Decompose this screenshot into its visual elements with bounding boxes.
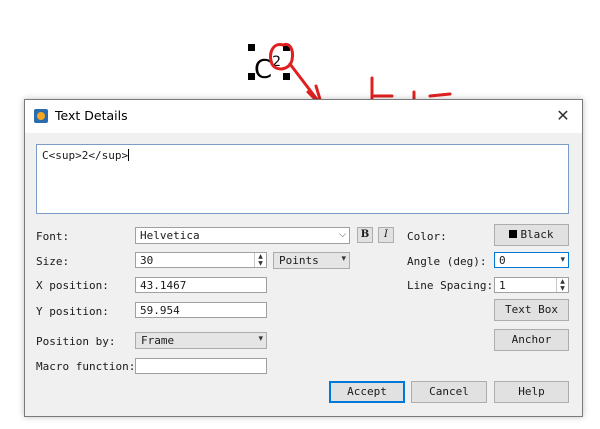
size-spinner[interactable]: 30 ▲ ▼ [135,252,267,268]
app-icon [34,109,48,123]
macro-function-label: Macro function: [36,360,136,373]
text-content-input[interactable]: C<sup>2</sup> [36,144,569,214]
angle-select[interactable]: 0 ▾ [494,252,569,268]
spinner-arrows[interactable]: ▲ ▼ [556,278,568,292]
position-by-select[interactable]: Frame ▾ [135,332,267,349]
x-position-label: X position: [36,279,109,292]
macro-function-input[interactable] [135,358,267,374]
selection-handle[interactable] [248,44,255,51]
italic-button[interactable]: I [378,227,394,243]
font-select[interactable]: Helvetica ⌵ [135,227,350,244]
x-position-input[interactable]: 43.1467 [135,277,267,293]
y-position-input[interactable]: 59.954 [135,302,267,318]
dropdown-arrow-icon: ▾ [258,334,263,344]
line-spacing-spinner[interactable]: 1 ▲ ▼ [494,277,569,293]
color-button[interactable]: Black [494,224,569,246]
selection-handle[interactable] [248,73,255,80]
spinner-arrows[interactable]: ▲ ▼ [254,253,266,267]
canvas-text-object[interactable]: C2 [248,44,290,84]
accept-button[interactable]: Accept [329,381,405,403]
color-label: Color: [407,230,447,243]
text-box-button[interactable]: Text Box [494,299,569,321]
font-label: Font: [36,230,70,243]
color-swatch [509,230,518,238]
line-spacing-label: Line Spacing: [407,279,494,292]
dropdown-arrow-icon: ▾ [560,255,565,265]
canvas-text: C2 [254,54,282,85]
y-position-label: Y position: [36,305,109,318]
cancel-button[interactable]: Cancel [411,381,487,403]
position-by-label: Position by: [36,335,116,348]
angle-label: Angle (deg): [407,255,487,268]
dialog-title: Text Details [55,108,128,123]
dialog-titlebar[interactable]: Text Details ✕ [25,100,582,133]
selection-handle[interactable] [283,44,290,51]
close-icon[interactable]: ✕ [552,105,574,127]
size-label: Size: [36,255,70,268]
chevron-down-icon: ⌵ [339,230,346,240]
selection-handle[interactable] [283,73,290,80]
help-button[interactable]: Help [494,381,569,403]
size-unit-select[interactable]: Points ▾ [273,252,350,269]
anchor-button[interactable]: Anchor [494,329,569,351]
bold-button[interactable]: B [357,227,373,243]
dropdown-arrow-icon: ▾ [341,254,346,264]
text-details-dialog: Text Details ✕ C<sup>2</sup> Font: Helve… [24,99,583,417]
